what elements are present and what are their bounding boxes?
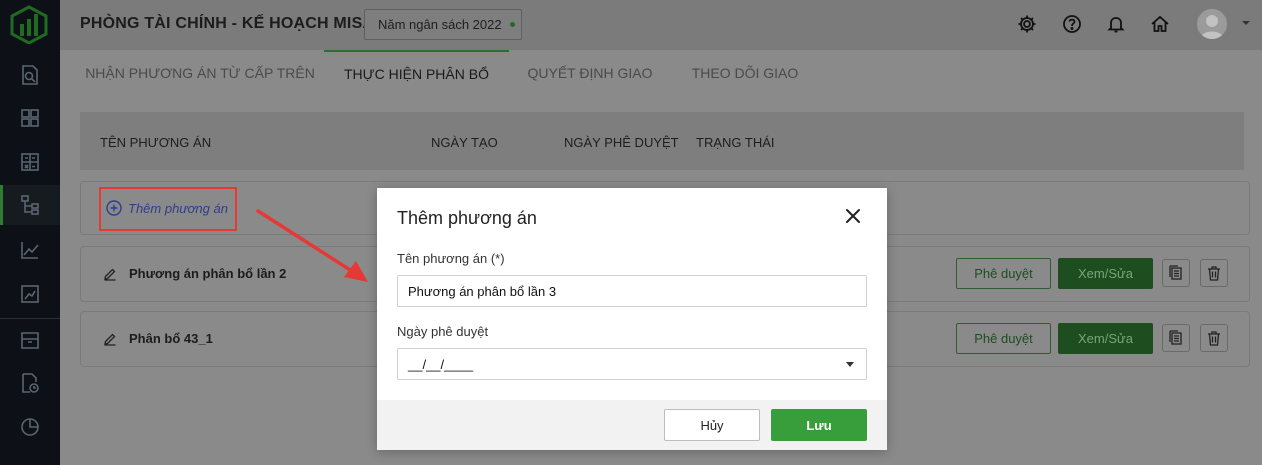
tab-bar: NHẬN PHƯƠNG ÁN TỪ CẤP TRÊN THỰC HIỆN PHÂ… bbox=[60, 50, 1262, 96]
trash-icon bbox=[1208, 331, 1220, 346]
tab-decision[interactable]: QUYẾT ĐỊNH GIAO bbox=[520, 50, 660, 96]
view-edit-button[interactable]: Xem/Sửa bbox=[1058, 323, 1153, 354]
pencil-icon bbox=[104, 268, 116, 281]
plan-name-label: Tên phương án (*) bbox=[397, 251, 505, 266]
sidebar-item-allocation[interactable] bbox=[0, 185, 60, 225]
sidebar-item-history[interactable] bbox=[0, 363, 60, 403]
highlight-box bbox=[99, 187, 237, 231]
approval-date-label: Ngày phê duyệt bbox=[397, 324, 489, 339]
dialog-title: Thêm phương án bbox=[397, 208, 537, 228]
column-header-created: NGÀY TẠO bbox=[431, 135, 498, 150]
chart-line-icon bbox=[21, 242, 39, 259]
top-bar: PHÒNG TÀI CHÍNH - KẾ HOẠCH MISA Năm ngân… bbox=[60, 0, 1262, 50]
table-header: TÊN PHƯƠNG ÁN NGÀY TẠO NGÀY PHÊ DUYỆT TR… bbox=[80, 112, 1244, 170]
tab-tracking[interactable]: THEO DÕI GIAO bbox=[680, 50, 810, 96]
sidebar bbox=[0, 0, 60, 465]
sidebar-item-archive[interactable] bbox=[0, 320, 60, 360]
sidebar-item-calculator[interactable] bbox=[0, 142, 60, 182]
pencil-icon bbox=[104, 333, 116, 346]
sidebar-divider bbox=[0, 318, 60, 319]
avatar[interactable] bbox=[1197, 9, 1227, 39]
calculator-icon bbox=[21, 153, 39, 171]
row-name-label: Phân bổ 43_1 bbox=[129, 331, 213, 346]
user-icon bbox=[1200, 15, 1224, 39]
copy-button[interactable] bbox=[1162, 259, 1190, 287]
dialog-footer: Hủy Lưu bbox=[377, 400, 887, 450]
trash-icon bbox=[1208, 266, 1220, 281]
save-button[interactable]: Lưu bbox=[771, 409, 867, 441]
budget-year-label: Năm ngân sách 2022 bbox=[378, 17, 502, 32]
hierarchy-icon bbox=[21, 195, 39, 215]
column-header-name: TÊN PHƯƠNG ÁN bbox=[100, 135, 212, 150]
document-clock-icon bbox=[22, 373, 39, 393]
close-icon[interactable] bbox=[843, 206, 863, 226]
help-button[interactable] bbox=[1060, 12, 1084, 36]
status-dot bbox=[509, 22, 515, 27]
copy-icon bbox=[1169, 330, 1182, 345]
chevron-down-icon[interactable] bbox=[1239, 16, 1253, 30]
copy-icon bbox=[1169, 265, 1182, 280]
gear-icon bbox=[1018, 15, 1036, 33]
dashboard-icon bbox=[21, 109, 39, 127]
logo-icon bbox=[10, 5, 48, 44]
budget-year-selector[interactable]: Năm ngân sách 2022 bbox=[364, 9, 522, 40]
copy-button[interactable] bbox=[1162, 324, 1190, 352]
sidebar-item-search[interactable] bbox=[0, 55, 60, 95]
home-button[interactable] bbox=[1148, 12, 1172, 36]
tab-allocation[interactable]: THỰC HIỆN PHÂN BỔ bbox=[324, 50, 509, 96]
archive-icon bbox=[21, 332, 39, 349]
add-plan-dialog: Thêm phương án Tên phương án (*) Ngày ph… bbox=[377, 188, 887, 450]
plan-name-input[interactable] bbox=[397, 275, 867, 307]
caret-down-icon[interactable] bbox=[846, 362, 854, 367]
sidebar-item-dashboard[interactable] bbox=[0, 98, 60, 138]
column-header-approved: NGÀY PHÊ DUYỆT bbox=[564, 135, 679, 150]
view-edit-button[interactable]: Xem/Sửa bbox=[1058, 258, 1153, 289]
report-icon bbox=[21, 285, 39, 303]
pie-chart-icon bbox=[21, 418, 39, 436]
row-name[interactable]: Phân bổ 43_1 bbox=[103, 331, 213, 346]
bell-icon bbox=[1107, 17, 1125, 33]
help-icon bbox=[1063, 15, 1081, 33]
approve-button[interactable]: Phê duyệt bbox=[956, 258, 1051, 289]
annotation-arrow-icon bbox=[256, 209, 368, 282]
tab-receive-plan[interactable]: NHẬN PHƯƠNG ÁN TỪ CẤP TRÊN bbox=[78, 50, 322, 96]
delete-button[interactable] bbox=[1200, 259, 1228, 287]
sidebar-item-pie[interactable] bbox=[0, 407, 60, 447]
approve-button[interactable]: Phê duyệt bbox=[956, 323, 1051, 354]
notifications-button[interactable] bbox=[1104, 12, 1128, 36]
approval-date-value: __/__/____ bbox=[408, 356, 474, 372]
sidebar-item-chart[interactable] bbox=[0, 230, 60, 270]
sidebar-item-report[interactable] bbox=[0, 274, 60, 314]
cancel-button[interactable]: Hủy bbox=[664, 409, 760, 441]
search-document-icon bbox=[22, 65, 38, 85]
delete-button[interactable] bbox=[1200, 324, 1228, 352]
app-title: PHÒNG TÀI CHÍNH - KẾ HOẠCH MISA bbox=[80, 15, 375, 32]
column-header-status: TRẠNG THÁI bbox=[696, 135, 775, 150]
approval-date-picker[interactable]: __/__/____ bbox=[397, 348, 867, 380]
settings-button[interactable] bbox=[1015, 12, 1039, 36]
home-icon bbox=[1151, 15, 1169, 32]
